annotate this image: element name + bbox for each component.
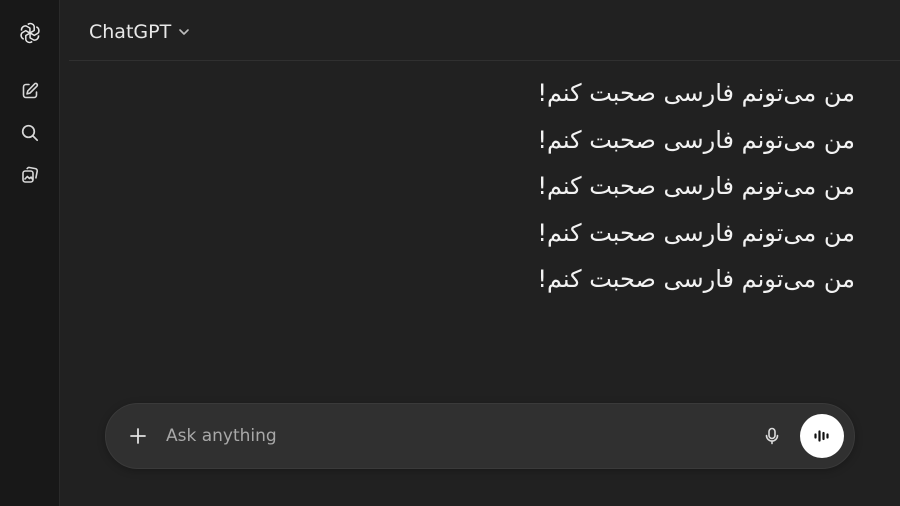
- prompt-input[interactable]: [166, 422, 686, 450]
- sidebar: [0, 0, 60, 506]
- microphone-icon: [765, 427, 779, 445]
- message-list: من می‌تونم فارسی صحبت کنم! من می‌تونم فا…: [355, 70, 855, 303]
- app-window: ChatGPT من می‌تونم فارسی صحبت کنم! من می…: [0, 0, 900, 506]
- model-selector[interactable]: ChatGPT: [89, 18, 195, 46]
- search-chats-button[interactable]: [15, 118, 45, 148]
- voice-mode-button[interactable]: [800, 414, 844, 458]
- message-line: من می‌تونم فارسی صحبت کنم!: [537, 218, 855, 247]
- plus-icon: [130, 428, 146, 444]
- message-line: من می‌تونم فارسی صحبت کنم!: [537, 265, 855, 293]
- chat-area: ChatGPT من می‌تونم فارسی صحبت کنم! من می…: [60, 0, 900, 506]
- compose-icon: [22, 82, 38, 99]
- openai-logo-icon[interactable]: [15, 18, 45, 48]
- top-bar: ChatGPT: [69, 0, 900, 61]
- dictate-button[interactable]: [758, 422, 786, 450]
- model-name: ChatGPT: [89, 21, 172, 43]
- chevron-down-icon: [179, 29, 190, 35]
- message-line: من می‌تونم فارسی صحبت کنم!: [537, 172, 855, 200]
- composer: [105, 403, 855, 469]
- message-line: من می‌تونم فارسی صحبت کنم!: [537, 125, 855, 154]
- search-icon: [21, 124, 38, 142]
- voice-mode-icon: [814, 430, 829, 442]
- images-icon: [21, 166, 38, 183]
- message-line: من می‌تونم فارسی صحبت کنم!: [537, 79, 855, 107]
- attach-button[interactable]: [124, 422, 152, 450]
- library-button[interactable]: [15, 160, 45, 190]
- new-chat-button[interactable]: [15, 76, 45, 106]
